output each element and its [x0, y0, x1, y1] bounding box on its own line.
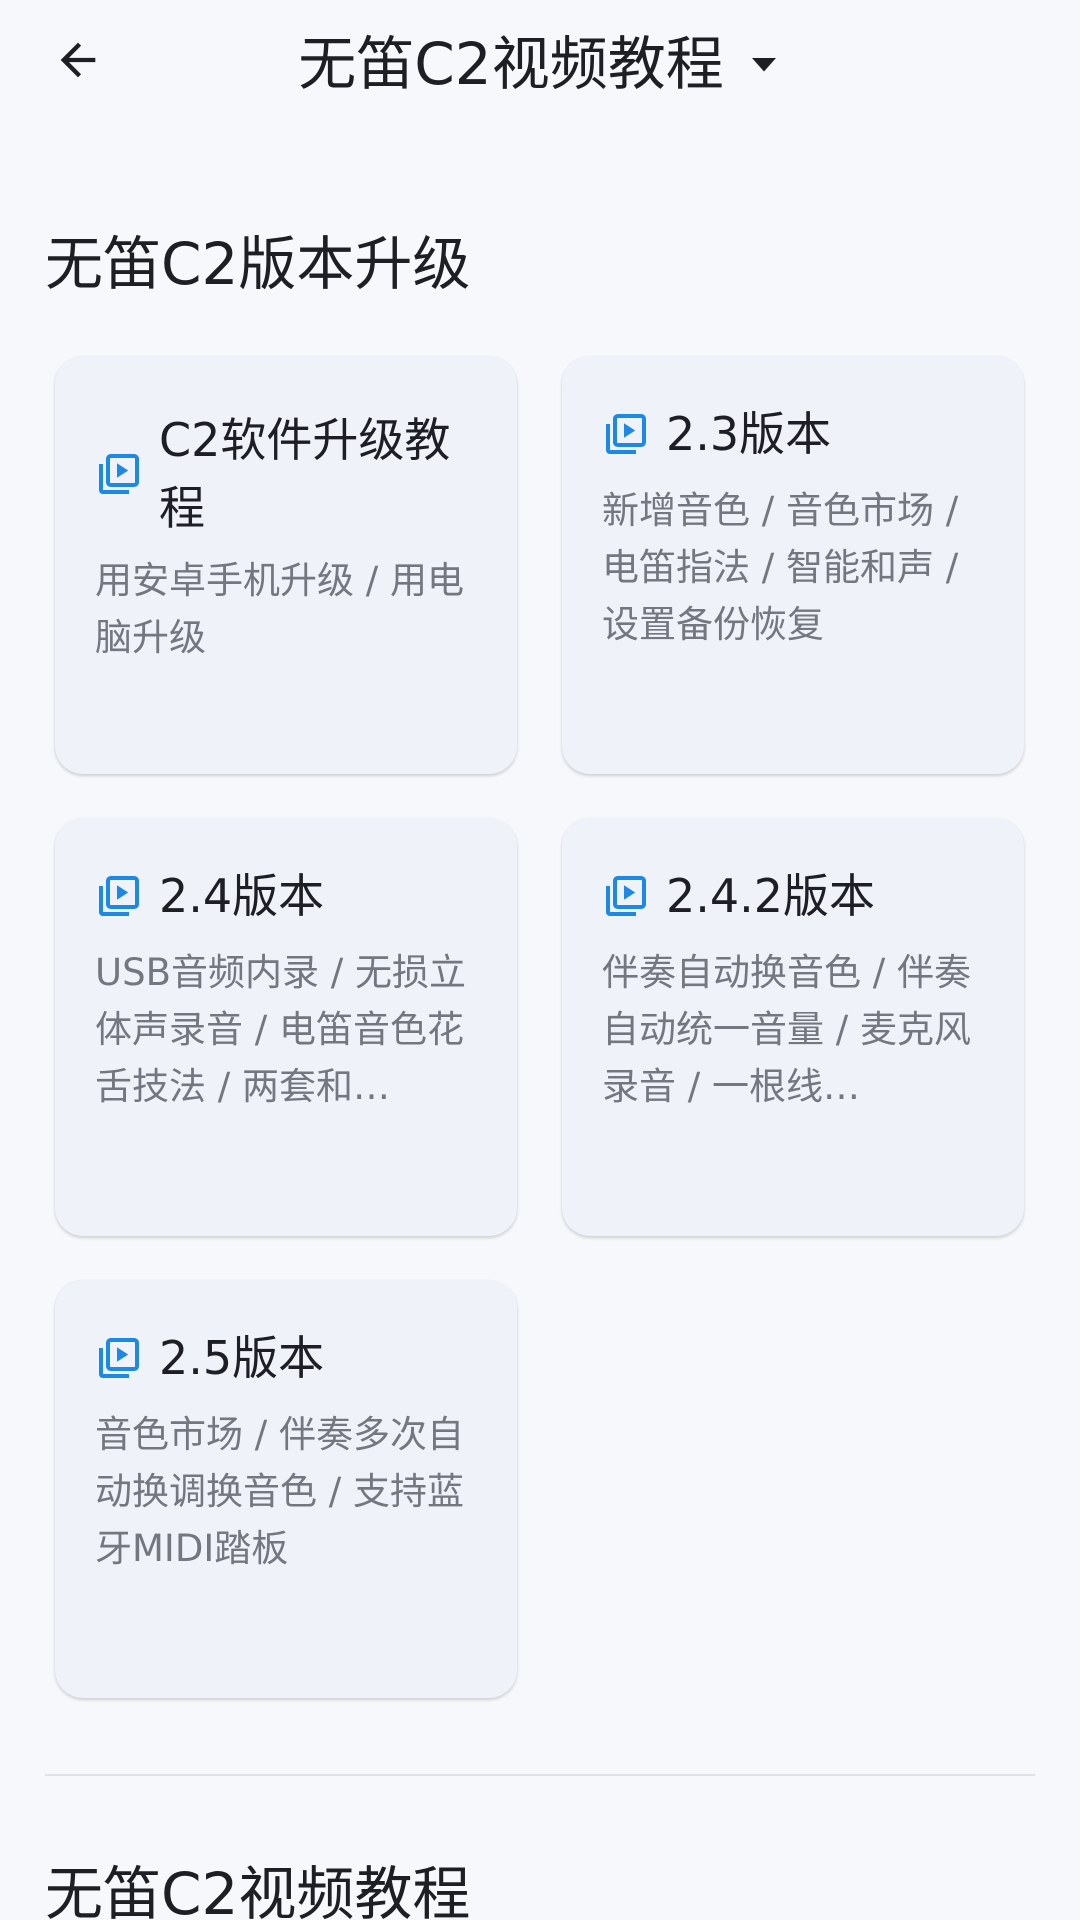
title-dropdown[interactable]: 无笛C2视频教程 — [0, 28, 1080, 100]
screen: 无笛C2视频教程 无笛C2版本升级 C2软件升级教程 用安卓手机升级 / 用电脑… — [0, 0, 1080, 1920]
section-divider — [45, 1774, 1035, 1776]
card-version-2-3[interactable]: 2.3版本 新增音色 / 音色市场 / 电笛指法 / 智能和声 / 设置备份恢复 — [562, 356, 1024, 774]
card-c2-upgrade-tutorial[interactable]: C2软件升级教程 用安卓手机升级 / 用电脑升级 — [55, 356, 517, 774]
section-title: 无笛C2视频教程 — [45, 1860, 471, 1920]
video-library-icon — [602, 410, 650, 458]
card-description: 伴奏自动换音色 / 伴奏自动统一音量 / 麦克风录音 / 一根线… — [602, 951, 971, 1108]
card-title: 2.4版本 — [159, 869, 325, 923]
arrow-drop-down-icon — [746, 46, 782, 82]
card-version-2-4-2[interactable]: 2.4.2版本 伴奏自动换音色 / 伴奏自动统一音量 / 麦克风录音 / 一根线… — [562, 818, 1024, 1236]
top-app-bar: 无笛C2视频教程 — [0, 0, 1080, 130]
card-title: 2.5版本 — [159, 1331, 325, 1385]
card-title: 2.4.2版本 — [666, 869, 876, 923]
video-library-icon — [95, 872, 143, 920]
video-library-icon — [95, 450, 143, 498]
app-title: 无笛C2视频教程 — [298, 30, 724, 98]
card-description: USB音频内录 / 无损立体声录音 / 电笛音色花舌技法 / 两套和… — [95, 951, 466, 1108]
section-title: 无笛C2版本升级 — [45, 230, 471, 298]
card-version-2-5[interactable]: 2.5版本 音色市场 / 伴奏多次自动换调换音色 / 支持蓝牙MIDI踏板 — [55, 1280, 517, 1698]
card-title: C2软件升级教程 — [159, 413, 451, 535]
card-version-2-4[interactable]: 2.4版本 USB音频内录 / 无损立体声录音 / 电笛音色花舌技法 / 两套和… — [55, 818, 517, 1236]
card-description: 新增音色 / 音色市场 / 电笛指法 / 智能和声 / 设置备份恢复 — [602, 489, 959, 646]
card-description: 音色市场 / 伴奏多次自动换调换音色 / 支持蓝牙MIDI踏板 — [95, 1413, 464, 1570]
card-description: 用安卓手机升级 / 用电脑升级 — [95, 559, 464, 659]
video-library-icon — [95, 1334, 143, 1382]
video-library-icon — [602, 872, 650, 920]
card-title: 2.3版本 — [666, 407, 832, 461]
